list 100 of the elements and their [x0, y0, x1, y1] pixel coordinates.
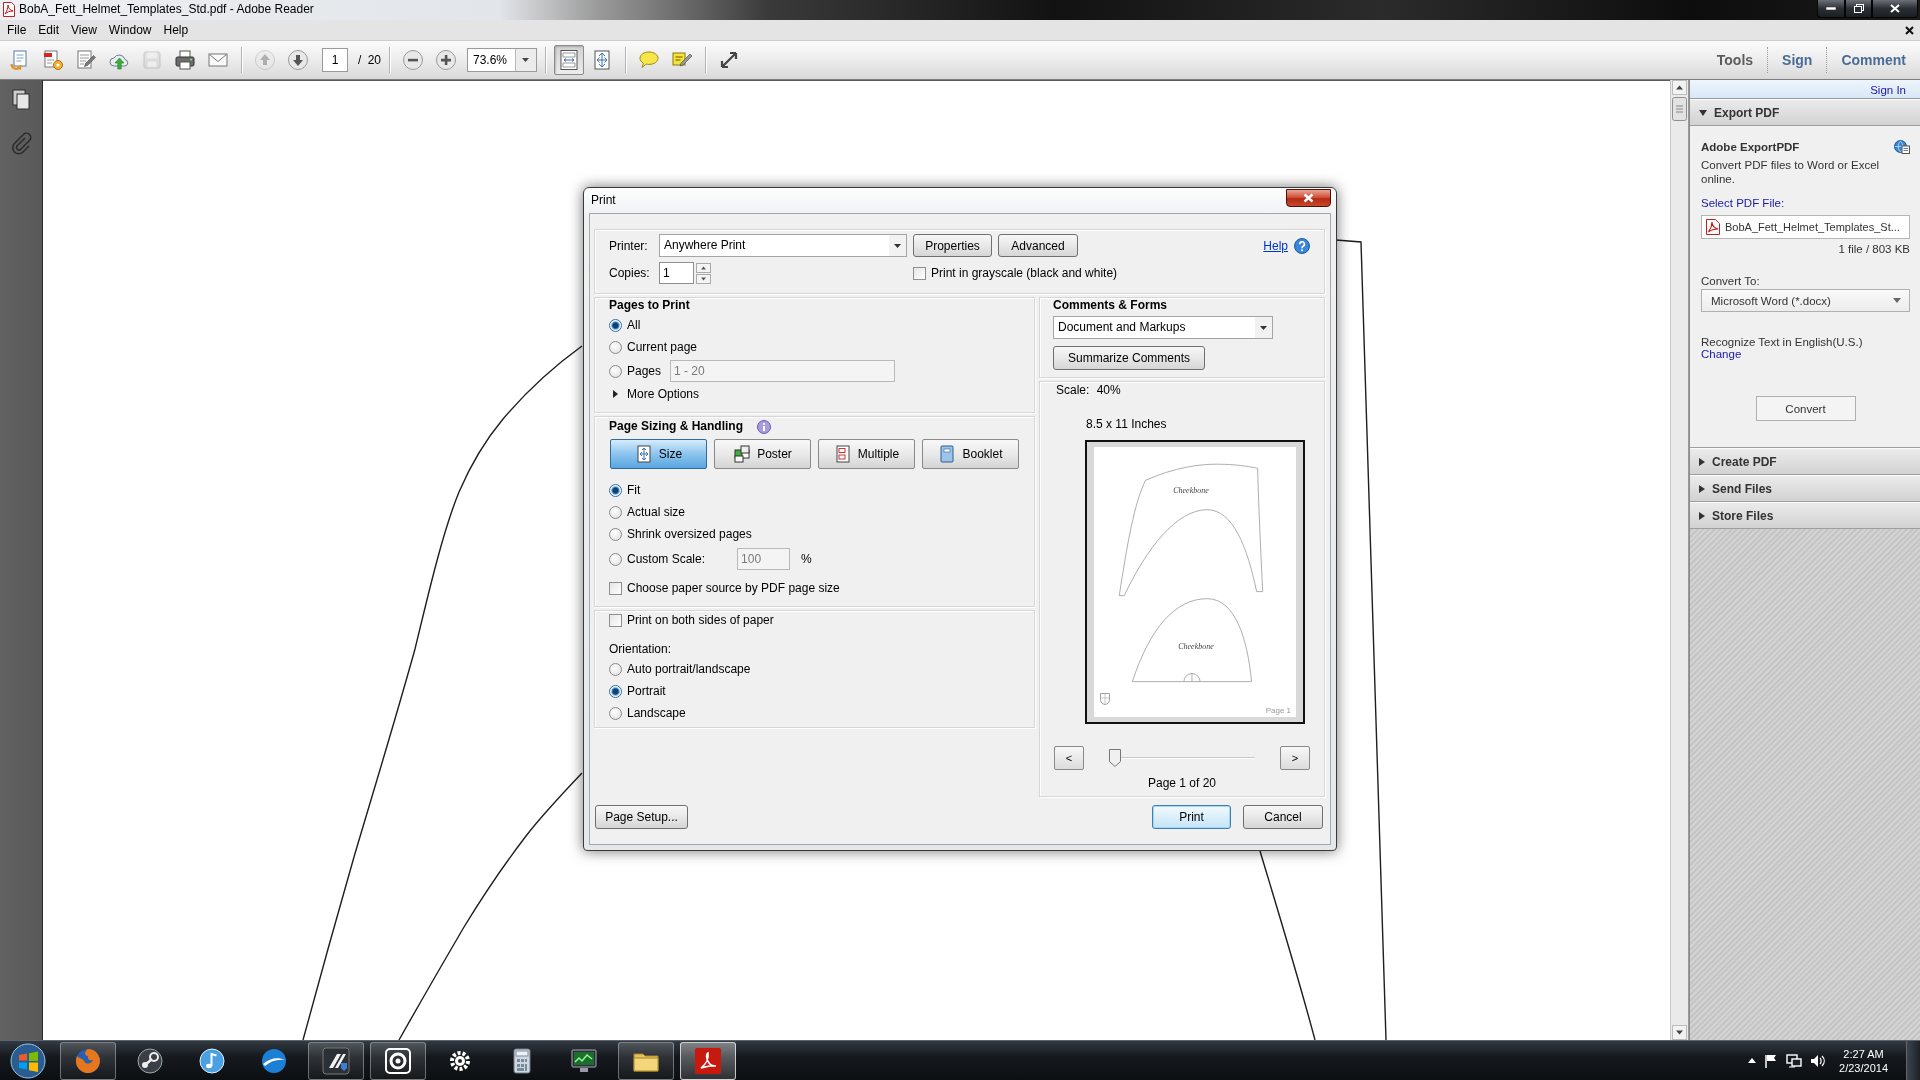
page-number-field[interactable]: 1	[322, 48, 348, 72]
shield-logo-icon	[1100, 693, 1110, 705]
clock-time[interactable]: 2:27 AM	[1843, 1046, 1884, 1061]
help-icon[interactable]	[1294, 237, 1310, 254]
field-label: Copies:	[609, 266, 651, 280]
help-link[interactable]: Help	[1263, 238, 1288, 253]
save-icon	[141, 49, 163, 71]
format-select[interactable]: Microsoft Word (*.docx)	[1701, 289, 1910, 312]
show-desktop-button[interactable]	[1906, 1040, 1920, 1080]
section-header[interactable]: Store Files	[1690, 502, 1920, 529]
file-field[interactable]: BobA_Fett_Helmet_Templates_St...	[1701, 215, 1910, 239]
more-options-toggle[interactable]: More Options	[609, 384, 700, 404]
network-icon[interactable]	[1786, 1053, 1803, 1068]
change-link[interactable]: Change	[1701, 348, 1742, 360]
close-button[interactable]	[1286, 189, 1331, 207]
fit-page-button[interactable]	[554, 45, 584, 75]
caret-up-icon[interactable]	[1748, 1058, 1757, 1063]
menu-item[interactable]: Help	[157, 20, 195, 40]
menu-item[interactable]: File	[1, 20, 33, 40]
dialog-button[interactable]: Cancel	[1243, 805, 1323, 829]
page-count: / 20	[358, 53, 381, 67]
mode-tab[interactable]: Size	[610, 439, 707, 469]
pane-tab[interactable]: Comment	[1826, 47, 1920, 73]
radio-button[interactable]	[609, 505, 622, 519]
close-icon	[1303, 193, 1314, 203]
caret-down-icon	[1255, 317, 1272, 338]
minimize-button[interactable]	[1817, 0, 1845, 18]
zoom-field[interactable]: 73.6%	[467, 48, 537, 72]
printer-select[interactable]: Anywhere Print	[659, 234, 907, 257]
previous-page-button[interactable]: <	[1054, 746, 1084, 770]
dialog-button[interactable]: Advanced	[998, 234, 1078, 257]
sign-in-link[interactable]: Sign In	[1870, 84, 1906, 96]
section-header[interactable]: Create PDF	[1690, 448, 1920, 475]
swirl-tile-icon	[694, 1046, 722, 1075]
radio-button[interactable]	[609, 706, 622, 720]
file-size-info: 1 file / 803 KB	[1837, 242, 1910, 256]
restore-button[interactable]	[1845, 0, 1872, 18]
checkbox[interactable]	[609, 613, 622, 627]
dialog-button[interactable]: Properties	[913, 234, 992, 257]
field-label: Printer:	[609, 238, 649, 253]
page-setup-button[interactable]: Page Setup...	[595, 805, 688, 829]
taskbar-app-button[interactable]	[680, 1041, 736, 1080]
spin-up-button[interactable]	[696, 262, 711, 273]
option-label: Pages	[627, 364, 662, 378]
checkbox[interactable]	[913, 266, 926, 280]
close-icon[interactable]	[1905, 25, 1914, 35]
minus-circle-icon	[402, 49, 424, 71]
radio-button[interactable]	[609, 552, 622, 566]
clock-date[interactable]: 2/23/2014	[1839, 1060, 1888, 1075]
taskbar-app-button[interactable]	[370, 1041, 426, 1080]
next-page-button[interactable]: >	[1280, 746, 1310, 770]
mode-tab[interactable]: Booklet	[922, 439, 1019, 469]
triangle-down-icon	[1699, 109, 1707, 116]
radio-button[interactable]	[609, 662, 622, 676]
triangle-right-icon	[613, 390, 618, 398]
caret-down-icon	[1893, 298, 1901, 303]
radio-button[interactable]	[609, 364, 622, 378]
copies-field[interactable]: 1	[659, 262, 694, 284]
section-header[interactable]: Send Files	[1690, 475, 1920, 502]
menu-item[interactable]: View	[65, 20, 103, 40]
dialog-button[interactable]: Print	[1152, 805, 1231, 829]
radio-button[interactable]	[609, 527, 622, 541]
spin-down-button[interactable]	[696, 273, 711, 284]
convert-button[interactable]: Convert	[1755, 396, 1856, 421]
taskbar-app-button[interactable]	[618, 1041, 674, 1080]
radio-button[interactable]	[609, 684, 622, 698]
radio-button[interactable]	[609, 340, 622, 354]
close-window-button[interactable]	[1872, 0, 1918, 18]
comments-select[interactable]: Document and Markups	[1053, 316, 1273, 339]
taskbar-app-button[interactable]	[308, 1041, 364, 1080]
radio-button[interactable]	[609, 483, 622, 497]
print-icon	[174, 49, 196, 71]
checkbox[interactable]	[609, 581, 622, 595]
pane-tab[interactable]: Tools	[1702, 47, 1768, 73]
flag-icon[interactable]	[1764, 1053, 1779, 1068]
menu-item[interactable]: Window	[102, 20, 158, 40]
slider-thumb[interactable]	[1109, 749, 1121, 767]
taskbar-app-button[interactable]	[60, 1041, 116, 1080]
speaker-icon[interactable]	[1810, 1053, 1826, 1068]
template-label: Cheekbone	[1178, 641, 1214, 651]
radio-button[interactable]	[609, 318, 622, 332]
stacked-pages-icon	[833, 445, 852, 463]
window-title: BobA_Fett_Helmet_Templates_Std.pdf - Adobe Reader	[19, 1, 314, 18]
mode-tab[interactable]: Multiple	[818, 439, 915, 469]
pane-tab[interactable]: Sign	[1767, 47, 1827, 73]
globe-document-icon[interactable]	[1894, 140, 1910, 154]
summarize-button[interactable]: Summarize Comments	[1053, 346, 1205, 370]
page-slider[interactable]	[1109, 749, 1255, 767]
page-footer: Page 1	[1265, 706, 1291, 715]
group-heading: Comments & Forms	[1053, 298, 1169, 313]
menu-item[interactable]: Edit	[32, 20, 66, 40]
pages-icon[interactable]	[10, 88, 32, 112]
caret-down-icon[interactable]	[515, 49, 536, 71]
triangle-right-icon	[1699, 457, 1705, 466]
mode-tab[interactable]: Poster	[714, 439, 811, 469]
section-header[interactable]: Export PDF	[1690, 99, 1920, 126]
minimize-icon	[1826, 6, 1836, 11]
paperclip-icon[interactable]	[10, 132, 32, 156]
info-icon[interactable]	[757, 419, 771, 434]
scroll-thumb[interactable]	[1672, 97, 1687, 121]
